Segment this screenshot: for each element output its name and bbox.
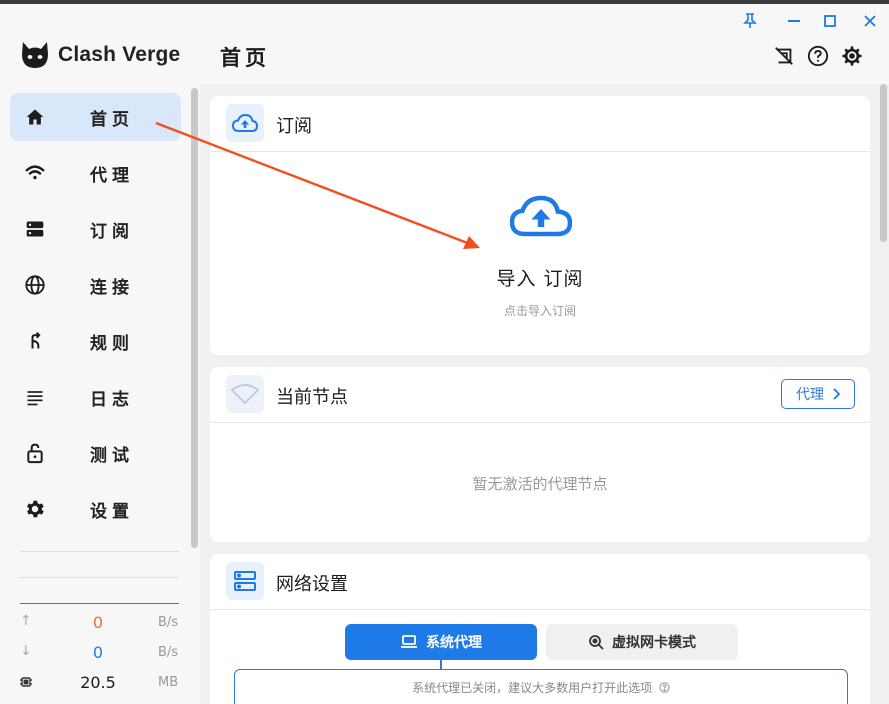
proxy-button-label: 代理 [796,387,824,403]
sidebar-item-label: 设置 [90,502,134,522]
import-subscription-subtitle: 点击导入订阅 [503,304,576,318]
sidebar-divider [20,551,179,552]
arrow-up-icon: ↑ [20,613,32,629]
layout-toggle-button[interactable] [772,44,796,68]
lock-open-icon [24,442,46,464]
download-speed-unit: B/s [158,645,179,660]
pin-button[interactable] [739,10,761,32]
gear-icon [24,498,46,520]
sidebar-item-label: 首页 [90,110,134,130]
pin-icon [743,13,757,28]
download-speed-row: ↓ 0 B/s [20,643,180,663]
memory-unit: MB [158,675,179,690]
help-circle-icon[interactable] [659,682,670,693]
sidebar-item-label: 连接 [90,278,134,298]
sidebar-item-home[interactable]: 首页 [10,93,181,141]
close-icon [864,15,876,27]
card-title: 当前节点 [276,387,348,408]
traffic-graph-baseline [20,603,179,604]
proxy-hint-text: 系统代理已关闭，建议大多数用户打开此选项 [235,679,847,696]
help-button[interactable] [806,44,830,68]
proxy-hint-box: 系统代理已关闭，建议大多数用户打开此选项 [234,669,848,704]
cloud-upload-icon [226,104,264,142]
memory-chip-icon [20,673,32,692]
sidebar-item-label: 规则 [90,334,134,354]
empty-node-message: 暂无激活的代理节点 [472,475,608,493]
storage-icon [24,218,46,240]
network-settings-card: 网络设置 系统代理 虚拟网卡模式 系统代理已关闭，建议大多数用户打开此选项 [210,554,870,704]
minimize-button[interactable] [783,10,805,32]
sidebar-scrollbar[interactable] [191,88,198,548]
app-logo: Clash Verge [20,40,180,70]
wifi-off-icon [226,375,264,413]
dns-icon [226,562,264,600]
list-icon [24,386,46,408]
memory-value: 20.5 [80,673,116,692]
sidebar-item-subscription[interactable]: 订阅 [10,205,181,253]
minimize-icon [788,20,800,22]
help-circle-icon [807,45,829,67]
card-header: 当前节点 代理 [210,367,870,423]
mode-label: 虚拟网卡模式 [612,635,696,651]
home-icon [24,106,46,128]
page-title: 首页 [220,46,270,70]
sidebar-item-proxy[interactable]: 代理 [10,149,181,197]
maximize-icon [824,15,836,27]
upload-speed-row: ↑ 0 B/s [20,613,180,633]
cat-logo-icon [22,42,48,68]
current-node-card: 当前节点 代理 暂无激活的代理节点 [210,367,870,542]
mode-label: 系统代理 [426,635,482,651]
arrow-down-icon: ↓ [20,643,32,659]
import-subscription-title[interactable]: 导入 订阅 [210,264,870,291]
memory-row: 20.5 MB [20,673,180,693]
subscription-card: 订阅 导入 订阅 点击导入订阅 [210,96,870,355]
wifi-icon [24,162,46,184]
sidebar-item-label: 测试 [90,446,134,466]
maximize-button[interactable] [819,10,841,32]
main-scrollbar[interactable] [880,84,887,242]
chevron-right-icon [833,388,840,400]
sidebar-item-label: 代理 [90,166,134,186]
sidebar-item-label: 日志 [90,390,134,410]
sidebar-item-settings[interactable]: 设置 [10,485,181,533]
card-header: 订阅 [210,96,870,152]
download-speed-value: 0 [92,643,104,662]
header: 首页 [200,4,889,84]
go-to-proxy-button[interactable]: 代理 [781,379,855,409]
import-cloud-button[interactable] [509,194,573,242]
cloud-upload-icon [509,195,573,237]
close-button[interactable] [859,10,881,32]
search-network-icon [589,635,604,650]
sidebar-item-label: 订阅 [90,222,134,242]
card-header: 网络设置 [210,554,870,610]
sidebar-item-test[interactable]: 测试 [10,429,181,477]
sidebar-divider [20,577,179,578]
upload-speed-value: 0 [92,613,104,632]
card-title: 网络设置 [276,574,348,595]
tun-mode-button[interactable]: 虚拟网卡模式 [546,624,738,660]
app-name: Clash Verge [58,43,181,66]
globe-icon [24,274,46,296]
laptop-icon [401,635,417,648]
broom-icon [775,47,793,65]
sidebar-item-connections[interactable]: 连接 [10,261,181,309]
settings-button[interactable] [840,44,864,68]
upload-speed-unit: B/s [158,615,179,630]
sidebar-item-rules[interactable]: 规则 [10,317,181,365]
fork-icon [24,330,46,352]
system-proxy-mode-button[interactable]: 系统代理 [345,624,537,660]
gear-icon [842,46,862,66]
card-title: 订阅 [276,116,312,137]
sidebar-item-logs[interactable]: 日志 [10,373,181,421]
sidebar: Clash Verge 首页 代理 订阅 连接 规则 日志 测试 设置 ↑ 0 … [0,4,200,704]
proxy-hint-label: 系统代理已关闭，建议大多数用户打开此选项 [412,681,653,695]
